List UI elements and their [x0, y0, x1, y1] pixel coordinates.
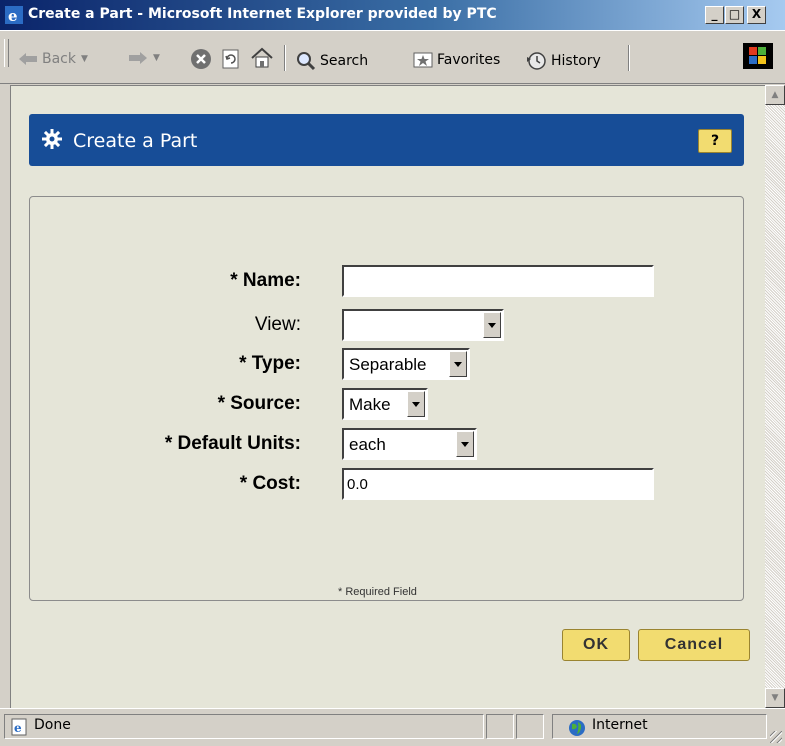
- cost-label: * Cost:: [239, 473, 301, 494]
- status-text: Done: [34, 717, 71, 733]
- scroll-up-icon[interactable]: ▲: [765, 85, 785, 105]
- favorites-label: Favorites: [437, 52, 501, 68]
- view-select[interactable]: [342, 309, 504, 341]
- back-label: Back: [42, 51, 76, 67]
- page-done-icon: e: [11, 718, 27, 736]
- windows-logo-icon: [743, 43, 773, 69]
- history-label: History: [551, 53, 601, 69]
- cancel-button[interactable]: Cancel: [638, 629, 750, 661]
- back-dropdown-icon[interactable]: ▼: [81, 54, 88, 64]
- name-input[interactable]: [344, 267, 652, 295]
- resize-grip[interactable]: [770, 731, 782, 743]
- status-pane: [516, 714, 544, 739]
- home-icon[interactable]: [250, 47, 274, 69]
- help-button[interactable]: ?: [698, 129, 732, 153]
- scroll-down-icon[interactable]: ▼: [765, 688, 785, 708]
- refresh-icon[interactable]: [220, 48, 242, 70]
- vertical-scrollbar[interactable]: ▲ ▼: [765, 85, 785, 708]
- favorites-icon: [413, 52, 433, 68]
- favorites-button[interactable]: Favorites: [413, 51, 500, 69]
- type-label: * Type:: [239, 353, 301, 374]
- search-icon: [297, 52, 316, 71]
- default-units-dropdown-icon[interactable]: [456, 431, 474, 457]
- search-label: Search: [320, 53, 369, 69]
- stop-icon[interactable]: [190, 48, 212, 70]
- status-pane: [486, 714, 514, 739]
- forward-button[interactable]: ▼: [128, 51, 160, 65]
- cost-input[interactable]: [344, 470, 652, 498]
- zone-text: Internet: [592, 717, 648, 733]
- back-button[interactable]: Back ▼: [18, 51, 88, 67]
- view-label: View:: [254, 314, 301, 335]
- source-dropdown-icon[interactable]: [407, 391, 425, 417]
- source-value: Make: [349, 395, 391, 414]
- name-field[interactable]: [342, 265, 654, 297]
- window-title-bar[interactable]: e Create a Part - Microsoft Internet Exp…: [0, 0, 785, 30]
- type-select[interactable]: Separable: [342, 348, 470, 380]
- svg-text:e: e: [14, 721, 22, 735]
- history-button[interactable]: History: [525, 51, 601, 71]
- required-field-note: * Required Field: [338, 586, 417, 598]
- name-label: * Name:: [230, 270, 301, 291]
- window-title: Create a Part - Microsoft Internet Explo…: [28, 6, 497, 22]
- maximize-button[interactable]: □: [725, 6, 744, 24]
- default-units-value: each: [349, 435, 386, 454]
- history-icon: [527, 52, 546, 70]
- page-content: Create a Part ? * Name: View: * Type: Se…: [10, 85, 766, 708]
- windows-flag-icon: [749, 47, 766, 64]
- form-panel: * Name: View: * Type: Separable * Source…: [29, 196, 744, 601]
- svg-text:e: e: [8, 7, 18, 24]
- close-button[interactable]: X: [747, 6, 766, 24]
- status-pane: [4, 714, 484, 739]
- minimize-button[interactable]: _: [705, 6, 724, 24]
- type-dropdown-icon[interactable]: [449, 351, 467, 377]
- browser-toolbar: Back ▼ ▼ Search Favorites History: [0, 30, 785, 84]
- toolbar-separator: [628, 45, 630, 71]
- forward-arrow-icon: [129, 52, 147, 64]
- default-units-select[interactable]: each: [342, 428, 477, 460]
- toolbar-separator: [284, 45, 286, 71]
- gear-icon: [42, 129, 62, 149]
- toolbar-grip[interactable]: [4, 39, 9, 67]
- back-arrow-icon: [19, 53, 37, 65]
- view-dropdown-icon[interactable]: [483, 312, 501, 338]
- ie-logo-icon: e: [5, 6, 23, 24]
- default-units-label: * Default Units:: [164, 433, 301, 454]
- page-title: Create a Part: [73, 130, 198, 152]
- source-select[interactable]: Make: [342, 388, 428, 420]
- page-header: Create a Part ?: [29, 114, 744, 166]
- ok-button[interactable]: OK: [562, 629, 630, 661]
- internet-globe-icon: [569, 720, 585, 736]
- search-button[interactable]: Search: [296, 51, 368, 71]
- status-bar: e Done Internet: [0, 708, 785, 746]
- type-value: Separable: [349, 355, 427, 374]
- cost-field[interactable]: [342, 468, 654, 500]
- source-label: * Source:: [217, 393, 301, 414]
- forward-dropdown-icon[interactable]: ▼: [153, 53, 160, 63]
